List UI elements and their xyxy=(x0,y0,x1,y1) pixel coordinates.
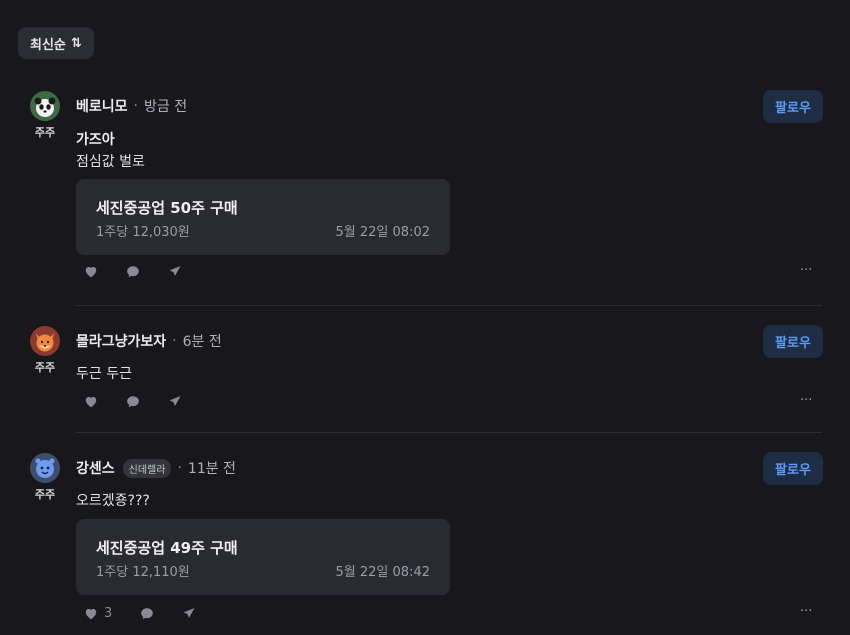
more-options-button[interactable]: ··· xyxy=(800,263,812,278)
comment-button[interactable] xyxy=(126,395,140,408)
username[interactable]: 베로니모 xyxy=(76,96,128,116)
post-body: 점심값 벌로 xyxy=(76,154,145,170)
sort-button[interactable]: 최신순 ⇅ xyxy=(18,27,94,59)
separator-dot: · xyxy=(172,333,177,349)
username[interactable]: 몰라그냥가보자 xyxy=(76,331,166,351)
send-icon xyxy=(183,608,195,618)
trade-date: 5월 22일 08:42 xyxy=(335,565,430,580)
fox-icon xyxy=(36,333,54,352)
post-actions xyxy=(84,265,182,278)
trade-title: 세진중공업 49주 구매 xyxy=(96,539,238,557)
follow-button[interactable]: 팔로우 xyxy=(763,325,823,358)
trade-price: 1주당 12,030원 xyxy=(96,225,190,240)
trade-price: 1주당 12,110원 xyxy=(96,565,190,580)
blue-creature-icon xyxy=(35,458,55,478)
trade-card[interactable]: 세진중공업 49주 구매 1주당 12,110원 5월 22일 08:42 xyxy=(76,519,450,595)
post-body: 오르겠죵??? xyxy=(76,493,150,509)
send-icon xyxy=(169,396,181,406)
sort-label: 최신순 xyxy=(30,37,66,53)
post-actions: 3 xyxy=(84,606,196,621)
heart-icon xyxy=(85,266,97,278)
user-tag: 신데렐라 xyxy=(122,458,172,478)
post-time: 11분 전 xyxy=(187,461,236,477)
separator-dot: · xyxy=(133,98,138,114)
comment-icon xyxy=(127,396,139,408)
share-button[interactable] xyxy=(168,395,182,408)
share-button[interactable] xyxy=(182,607,196,620)
shareholder-badge: 주주 xyxy=(34,126,56,139)
send-icon xyxy=(169,266,181,276)
avatar[interactable] xyxy=(30,326,60,356)
more-options-button[interactable]: ··· xyxy=(800,604,812,619)
like-count: 3 xyxy=(104,606,113,621)
share-button[interactable] xyxy=(168,265,182,278)
shareholder-badge: 주주 xyxy=(34,361,56,374)
comment-icon xyxy=(127,266,139,278)
like-button[interactable] xyxy=(84,265,98,278)
trade-title: 세진중공업 50주 구매 xyxy=(96,199,238,217)
sort-arrows-icon: ⇅ xyxy=(70,35,82,51)
more-options-button[interactable]: ··· xyxy=(800,393,812,408)
post-header: 베로니모 · 방금 전 xyxy=(76,96,187,116)
panda-icon xyxy=(34,97,56,117)
avatar[interactable] xyxy=(30,453,60,483)
avatar[interactable] xyxy=(30,91,60,121)
post-header: 몰라그냥가보자 · 6분 전 xyxy=(76,331,222,351)
follow-button[interactable]: 팔로우 xyxy=(763,452,823,485)
heart-icon xyxy=(85,396,97,408)
divider xyxy=(76,432,822,433)
trade-date: 5월 22일 08:02 xyxy=(335,225,430,240)
separator-dot: · xyxy=(177,460,182,476)
post-time: 방금 전 xyxy=(143,99,188,115)
shareholder-badge: 주주 xyxy=(34,488,56,501)
username[interactable]: 강센스 xyxy=(76,458,115,478)
post-actions xyxy=(84,395,182,408)
comment-icon xyxy=(141,608,154,620)
trade-card[interactable]: 세진중공업 50주 구매 1주당 12,030원 5월 22일 08:02 xyxy=(76,179,450,255)
post-body: 두근 두근 xyxy=(76,366,132,382)
like-button[interactable] xyxy=(84,395,98,408)
like-button[interactable]: 3 xyxy=(84,606,112,621)
post-header: 강센스 신데렐라 · 11분 전 xyxy=(76,458,236,478)
follow-button[interactable]: 팔로우 xyxy=(763,90,823,123)
divider xyxy=(76,305,822,306)
post-title: 가즈아 xyxy=(76,132,115,148)
post-time: 6분 전 xyxy=(182,334,222,350)
heart-icon xyxy=(85,608,97,620)
comment-button[interactable] xyxy=(140,607,154,620)
comment-button[interactable] xyxy=(126,265,140,278)
